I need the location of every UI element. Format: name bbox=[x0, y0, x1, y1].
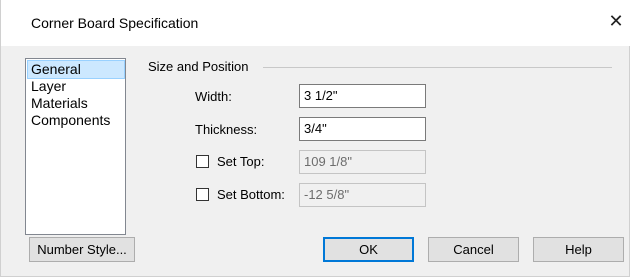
set-bottom-field: -12 5/8" bbox=[299, 183, 426, 207]
cancel-button[interactable]: Cancel bbox=[428, 237, 519, 262]
category-list[interactable]: General Layer Materials Components bbox=[25, 58, 126, 235]
close-icon[interactable]: ✕ bbox=[604, 10, 628, 34]
set-top-label[interactable]: Set Top: bbox=[217, 154, 264, 169]
corner-board-dialog: Corner Board Specification ✕ General Lay… bbox=[0, 0, 630, 277]
thickness-field[interactable]: 3/4" bbox=[299, 117, 426, 141]
set-top-field: 109 1/8" bbox=[299, 150, 426, 174]
help-button[interactable]: Help bbox=[533, 237, 624, 262]
nav-item-components[interactable]: Components bbox=[28, 112, 113, 129]
nav-item-general[interactable]: General bbox=[27, 60, 125, 79]
thickness-label: Thickness: bbox=[195, 122, 258, 137]
nav-item-layer[interactable]: Layer bbox=[28, 78, 69, 95]
title-bar: Corner Board Specification ✕ bbox=[1, 0, 630, 46]
nav-item-materials[interactable]: Materials bbox=[28, 95, 91, 112]
width-field[interactable]: 3 1/2" bbox=[299, 84, 426, 108]
dialog-title: Corner Board Specification bbox=[31, 15, 199, 31]
group-divider bbox=[263, 67, 612, 68]
set-top-checkbox[interactable] bbox=[196, 155, 209, 168]
size-position-group-label: Size and Position bbox=[148, 59, 249, 74]
set-bottom-label[interactable]: Set Bottom: bbox=[217, 187, 285, 202]
number-style-button[interactable]: Number Style... bbox=[29, 237, 135, 262]
set-bottom-checkbox[interactable] bbox=[196, 188, 209, 201]
ok-button[interactable]: OK bbox=[323, 237, 414, 262]
width-label: Width: bbox=[195, 89, 232, 104]
